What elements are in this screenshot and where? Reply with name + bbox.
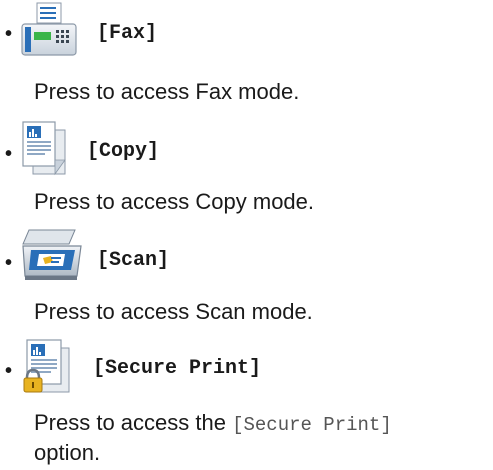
fax-description: Press to access Fax mode.: [34, 79, 300, 104]
scan-description: Press to access Scan mode.: [34, 299, 313, 324]
fax-label: [Fax]: [97, 22, 158, 45]
bullet: •: [5, 252, 13, 274]
secure-print-icon[interactable]: [21, 338, 71, 399]
copy-label: [Copy]: [87, 140, 160, 163]
bullet: •: [5, 143, 13, 165]
scan-icon[interactable]: [21, 228, 83, 287]
secure-print-label: [Secure Print]: [93, 357, 262, 380]
fax-icon[interactable]: [21, 2, 77, 61]
copy-icon[interactable]: [21, 120, 67, 181]
bullet: •: [5, 360, 13, 382]
copy-description: Press to access Copy mode.: [34, 189, 315, 214]
secure-print-description-code: [Secure Print]: [232, 414, 392, 436]
secure-print-description: Press to access the [Secure Print] option…: [34, 409, 489, 467]
scan-label: [Scan]: [97, 249, 170, 272]
secure-print-description-after: option.: [34, 440, 101, 465]
bullet: •: [5, 23, 13, 45]
secure-print-description-before: Press to access the: [34, 410, 233, 435]
